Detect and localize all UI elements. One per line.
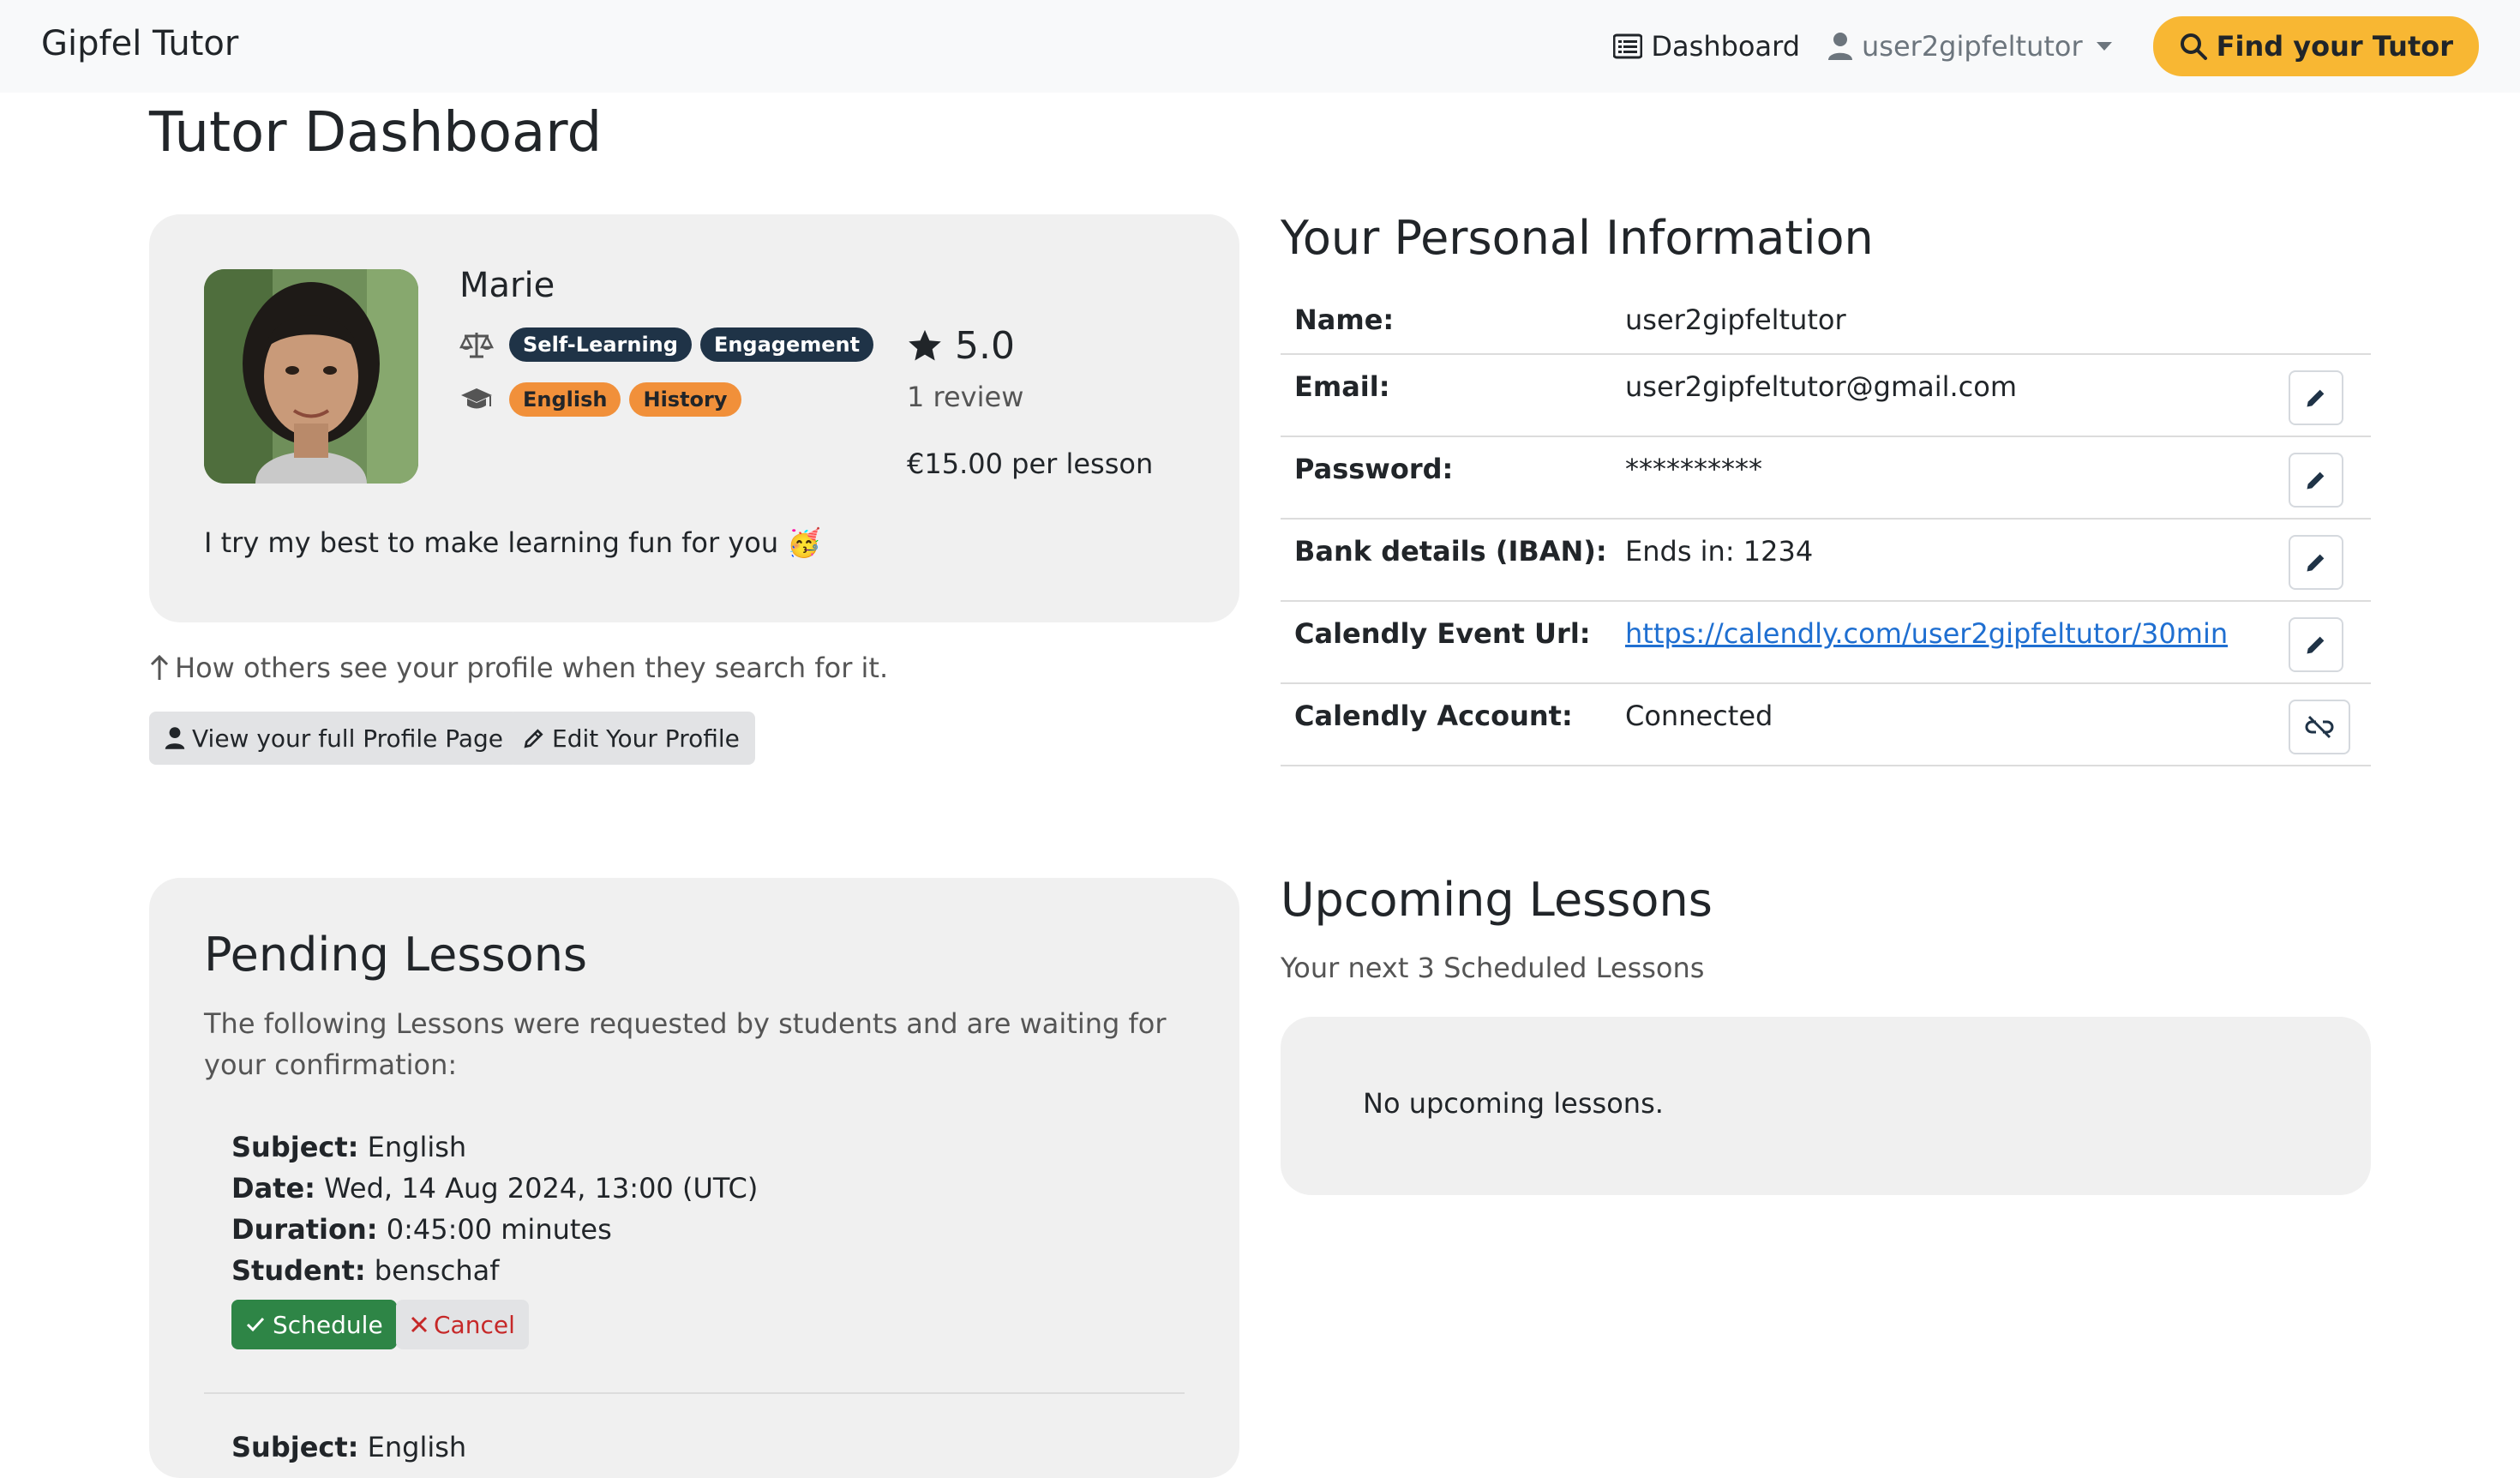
edit-profile-button[interactable]: Edit Your Profile <box>507 712 755 765</box>
pencil-icon <box>2307 554 2325 572</box>
find-tutor-button[interactable]: Find your Tutor <box>2152 16 2479 76</box>
topics-row: Self-Learning Engagement <box>459 327 882 362</box>
info-value: https://calendly.com/user2gipfeltutor/30… <box>1625 617 2228 650</box>
edit-calendly-url-button[interactable] <box>2289 617 2343 672</box>
info-row-calendly-url: Calendly Event Url: https://calendly.com… <box>1281 602 2371 684</box>
info-value: user2gipfeltutor <box>1625 303 1846 336</box>
pencil-icon <box>2307 636 2325 654</box>
profile-hint: How others see your profile when they se… <box>149 652 888 684</box>
nav-right: Dashboard user2gipfeltutor Find your Tut… <box>1613 12 2479 81</box>
avatar <box>204 269 418 484</box>
nav-dashboard-link[interactable]: Dashboard <box>1613 30 1800 63</box>
info-label: Email: <box>1294 370 1390 403</box>
subject-badge: English <box>509 382 621 417</box>
rating: 5.0 <box>907 324 1015 368</box>
lesson-subject-label: Subject: <box>231 1431 359 1463</box>
scale-icon <box>459 333 494 358</box>
person-icon <box>165 727 185 749</box>
profile-hint-text: How others see your profile when they se… <box>175 652 889 684</box>
info-value: ********** <box>1625 453 1762 485</box>
info-label: Name: <box>1294 303 1395 336</box>
pencil-icon <box>524 729 543 748</box>
arrow-up-icon <box>150 654 169 680</box>
check-icon <box>246 1317 265 1332</box>
info-row-calendly-account: Calendly Account: Connected <box>1281 684 2371 766</box>
schedule-label: Schedule <box>273 1310 383 1339</box>
cancel-button[interactable]: Cancel <box>396 1300 529 1349</box>
pencil-icon <box>2307 389 2325 407</box>
lesson-divider <box>204 1392 1185 1394</box>
lesson-subject-label: Subject: <box>231 1131 359 1163</box>
pending-lesson: Subject: English Date: Wed, 14 Aug 2024,… <box>231 1127 758 1291</box>
view-profile-button[interactable]: View your full Profile Page <box>149 712 519 765</box>
info-label: Calendly Account: <box>1294 700 1573 732</box>
info-row-name: Name: user2gipfeltutor <box>1281 288 2371 355</box>
lesson-duration-label: Duration: <box>231 1213 378 1246</box>
lesson-date: Wed, 14 Aug 2024, 13:00 (UTC) <box>324 1172 759 1205</box>
page-title: Tutor Dashboard <box>149 101 603 165</box>
graduation-cap-icon <box>461 388 492 409</box>
navbar: Gipfel Tutor Dashboard user2gipfeltutor … <box>0 0 2520 93</box>
user-dropdown[interactable]: user2gipfeltutor <box>1827 30 2112 63</box>
close-icon <box>411 1316 428 1333</box>
info-value: Connected <box>1625 700 1773 732</box>
info-row-email: Email: user2gipfeltutor@gmail.com <box>1281 355 2371 437</box>
disconnect-calendly-button[interactable] <box>2289 700 2350 754</box>
find-tutor-label: Find your Tutor <box>2216 30 2453 63</box>
info-label: Calendly Event Url: <box>1294 617 1591 650</box>
personal-info-table: Name: user2gipfeltutor Email: user2gipfe… <box>1281 288 2371 766</box>
pencil-icon <box>2307 472 2325 490</box>
calendly-url-link[interactable]: https://calendly.com/user2gipfeltutor/30… <box>1625 617 2228 650</box>
view-profile-label: View your full Profile Page <box>192 724 504 753</box>
personal-info-title: Your Personal Information <box>1281 211 1874 265</box>
person-icon <box>1828 33 1853 60</box>
upcoming-subtitle: Your next 3 Scheduled Lessons <box>1281 952 1705 984</box>
pending-lessons-title: Pending Lessons <box>204 928 588 982</box>
tutor-name: Marie <box>459 266 555 305</box>
pending-lesson: Subject: English <box>231 1427 466 1468</box>
lesson-price: €15.00 per lesson <box>907 448 1154 480</box>
pending-description: The following Lessons were requested by … <box>204 1007 1167 1081</box>
tutor-bio: I try my best to make learning fun for y… <box>204 526 822 559</box>
info-row-password: Password: ********** <box>1281 437 2371 520</box>
upcoming-lessons-card: No upcoming lessons. <box>1281 1017 2371 1195</box>
lesson-duration: 0:45:00 minutes <box>386 1213 612 1246</box>
search-icon <box>2180 33 2207 60</box>
info-value: user2gipfeltutor@gmail.com <box>1625 370 2018 403</box>
user-name-label: user2gipfeltutor <box>1862 30 2083 63</box>
topic-badge: Self-Learning <box>509 327 692 362</box>
cancel-label: Cancel <box>434 1310 515 1339</box>
lesson-student-label: Student: <box>231 1254 366 1287</box>
no-upcoming-lessons-text: No upcoming lessons. <box>1363 1087 1664 1120</box>
pending-lessons-card: Pending Lessons The following Lessons we… <box>149 878 1239 1478</box>
lesson-student: benschaf <box>374 1254 500 1287</box>
subject-badge: History <box>629 382 741 417</box>
info-label: Bank details (IBAN): <box>1294 535 1607 568</box>
caret-down-icon <box>2096 42 2112 51</box>
schedule-button[interactable]: Schedule <box>231 1300 397 1349</box>
edit-password-button[interactable] <box>2289 453 2343 508</box>
lesson-subject: English <box>367 1431 467 1463</box>
profile-card: Marie Self-Learning Engagement English H… <box>149 214 1239 622</box>
info-label: Password: <box>1294 453 1454 485</box>
unlink-icon <box>2305 715 2334 739</box>
rating-value: 5.0 <box>955 324 1015 368</box>
avatar-image <box>204 269 418 484</box>
nav-dashboard-label: Dashboard <box>1651 30 1801 63</box>
lesson-date-label: Date: <box>231 1172 315 1205</box>
edit-bank-button[interactable] <box>2289 535 2343 590</box>
review-count: 1 review <box>907 381 1024 413</box>
subjects-row: English History <box>459 382 750 417</box>
info-row-bank: Bank details (IBAN): Ends in: 1234 <box>1281 520 2371 602</box>
brand-link[interactable]: Gipfel Tutor <box>41 24 238 63</box>
info-value: Ends in: 1234 <box>1625 535 1814 568</box>
star-icon <box>909 329 941 361</box>
edit-profile-label: Edit Your Profile <box>552 724 740 753</box>
list-icon <box>1613 33 1643 59</box>
edit-email-button[interactable] <box>2289 370 2343 425</box>
topic-badge: Engagement <box>699 327 874 362</box>
upcoming-lessons-title: Upcoming Lessons <box>1281 873 1713 927</box>
lesson-subject: English <box>367 1131 467 1163</box>
